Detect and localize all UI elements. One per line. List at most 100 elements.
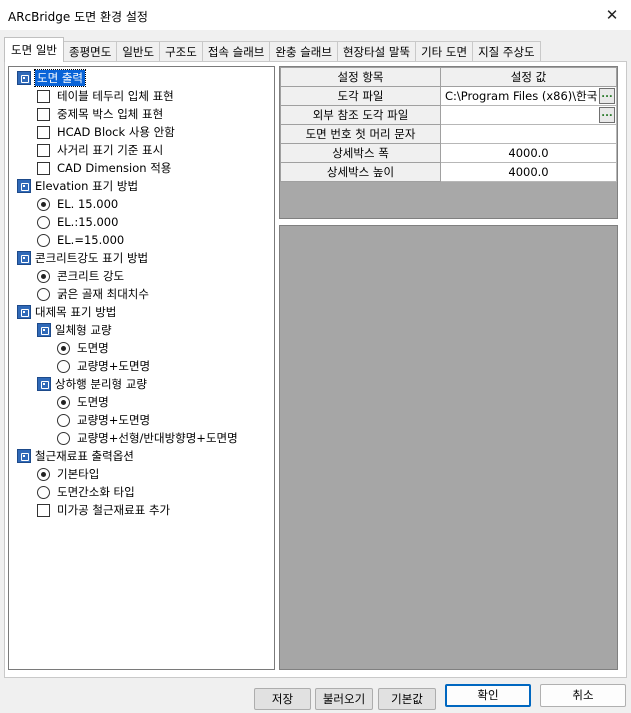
check-raw-rebar-table[interactable]: 미가공 철근재료표 추가 [37,501,170,519]
options-tree[interactable]: 도면 출력 테이블 테두리 입체 표현 중제목 박스 입체 표현 HCAD Bl… [8,66,275,670]
row-label: 상세박스 높이 [280,162,441,182]
radio-label: EL.=15.000 [57,233,125,247]
group-icon [17,449,31,463]
radio-button[interactable] [37,485,50,499]
header-setting-item: 설정 항목 [280,67,441,87]
tab-structure[interactable]: 구조도 [159,41,203,62]
radio-label: 도면간소화 타입 [57,485,135,499]
tab-other-drawing[interactable]: 기타 도면 [415,41,474,62]
radio-label: 도면명 [77,395,109,409]
check-subtitle-box-3d[interactable]: 중제목 박스 입체 표현 [37,105,163,123]
check-no-hcad-block[interactable]: HCAD Block 사용 안함 [37,123,175,141]
default-button[interactable]: 기본값 [378,688,436,710]
radio-max-aggregate[interactable]: 굵은 골재 최대치수 [37,285,149,303]
radio-button[interactable] [37,269,50,283]
tab-profile-plan[interactable]: 종평면도 [62,41,118,62]
tab-drawing-general[interactable]: 도면 일반 [4,37,64,62]
description-panel [279,225,618,670]
radio-button[interactable] [57,395,70,409]
radio-separate-bridge-drawing[interactable]: 교량명+도면명 [57,411,150,429]
radio-label: 기본타입 [57,467,100,481]
radio-rebar-basic[interactable]: 기본타입 [37,465,99,483]
detail-box-width-value[interactable]: 4000.0 [440,143,617,163]
radio-separate-full-name[interactable]: 교량명+선형/반대방향명+도면명 [57,429,238,447]
tab-buffer-slab[interactable]: 완충 슬래브 [269,41,338,62]
radio-label: EL. 15.000 [57,197,119,211]
checkbox[interactable] [37,107,50,121]
radio-label: 교량명+도면명 [77,359,151,373]
group-label: 일체형 교량 [55,323,112,337]
radio-rebar-simplified[interactable]: 도면간소화 타입 [37,483,135,501]
radio-button[interactable] [37,287,50,301]
group-rebar-table[interactable]: 철근재료표 출력옵션 [17,447,134,465]
checkbox[interactable] [37,161,50,175]
checkbox[interactable] [37,125,50,139]
browse-button[interactable]: ... [599,107,615,123]
row-label: 상세박스 폭 [280,143,441,163]
cell-value: C:\Program Files (x86)\한국 [445,89,598,103]
check-label: 미가공 철근재료표 추가 [57,503,171,517]
save-button[interactable]: 저장 [254,688,311,710]
radio-button[interactable] [37,233,50,247]
radio-concrete-strength[interactable]: 콘크리트 강도 [37,267,124,285]
group-drawing-output[interactable]: 도면 출력 [17,69,86,87]
tab-approach-slab[interactable]: 접속 슬래브 [201,41,271,62]
radio-button[interactable] [57,413,70,427]
group-label: 상하행 분리형 교량 [55,377,147,391]
check-cad-dimension[interactable]: CAD Dimension 적용 [37,159,171,177]
group-icon [17,71,31,85]
radio-button[interactable] [37,197,50,211]
group-label: Elevation 표기 방법 [35,179,139,193]
check-label: 사거리 표기 기준 표시 [57,143,164,157]
table-row: 상세박스 폭 4000.0 [280,143,617,163]
checkbox[interactable] [37,89,50,103]
radio-el-equals[interactable]: EL.=15.000 [37,231,124,249]
load-button[interactable]: 불러오기 [315,688,373,710]
tab-general-drawing[interactable]: 일반도 [116,41,161,62]
radio-button[interactable] [37,215,50,229]
radio-button[interactable] [57,431,70,445]
group-label: 대제목 표기 방법 [35,305,117,319]
check-skew-reference[interactable]: 사거리 표기 기준 표시 [37,141,163,159]
ok-button[interactable]: 확인 [445,684,531,707]
tab-cast-in-place-pile[interactable]: 현장타설 말뚝 [336,41,417,62]
radio-integral-drawing-name[interactable]: 도면명 [57,339,109,357]
radio-button[interactable] [57,341,70,355]
browse-button[interactable]: ... [599,88,615,104]
radio-integral-bridge-drawing[interactable]: 교량명+도면명 [57,357,150,375]
checkbox[interactable] [37,503,50,517]
table-row: 도각 파일 C:\Program Files (x86)\한국 ... [280,86,617,106]
window-title: ARcBridge 도면 환경 설정 [8,10,148,24]
cancel-button[interactable]: 취소 [540,684,626,707]
radio-label: 콘크리트 강도 [57,269,125,283]
row-label: 외부 참조 도각 파일 [280,105,441,125]
group-icon [37,377,51,391]
detail-box-height-value[interactable]: 4000.0 [440,162,617,182]
group-concrete-strength[interactable]: 콘크리트강도 표기 방법 [17,249,148,267]
group-separate-bridge[interactable]: 상하행 분리형 교량 [37,375,147,393]
group-label: 도면 출력 [34,69,86,87]
xref-title-block-value[interactable]: ... [440,105,617,125]
tab-strip: 도면 일반 종평면도 일반도 구조도 접속 슬래브 완충 슬래브 현장타설 말뚝… [4,37,541,62]
group-elevation[interactable]: Elevation 표기 방법 [17,177,138,195]
group-integral-bridge[interactable]: 일체형 교량 [37,321,112,339]
row-label: 도각 파일 [280,86,441,106]
radio-separate-drawing-name[interactable]: 도면명 [57,393,109,411]
radio-label: 교량명+선형/반대방향명+도면명 [77,431,238,445]
group-title-method[interactable]: 대제목 표기 방법 [17,303,116,321]
radio-label: 도면명 [77,341,109,355]
drawing-number-prefix-value[interactable] [440,124,617,144]
close-icon[interactable]: ✕ [601,4,623,26]
radio-button[interactable] [57,359,70,373]
row-label: 도면 번호 첫 머리 문자 [280,124,441,144]
group-label: 철근재료표 출력옵션 [35,449,134,463]
radio-el-space[interactable]: EL. 15.000 [37,195,118,213]
title-block-file-value[interactable]: C:\Program Files (x86)\한국 ... [440,86,617,106]
checkbox[interactable] [37,143,50,157]
tab-geologic-column[interactable]: 지질 주상도 [472,41,541,62]
table-row: 도면 번호 첫 머리 문자 [280,124,617,144]
radio-el-colon[interactable]: EL.:15.000 [37,213,118,231]
radio-label: EL.:15.000 [57,215,119,229]
radio-button[interactable] [37,467,50,481]
check-table-border-3d[interactable]: 테이블 테두리 입체 표현 [37,87,174,105]
